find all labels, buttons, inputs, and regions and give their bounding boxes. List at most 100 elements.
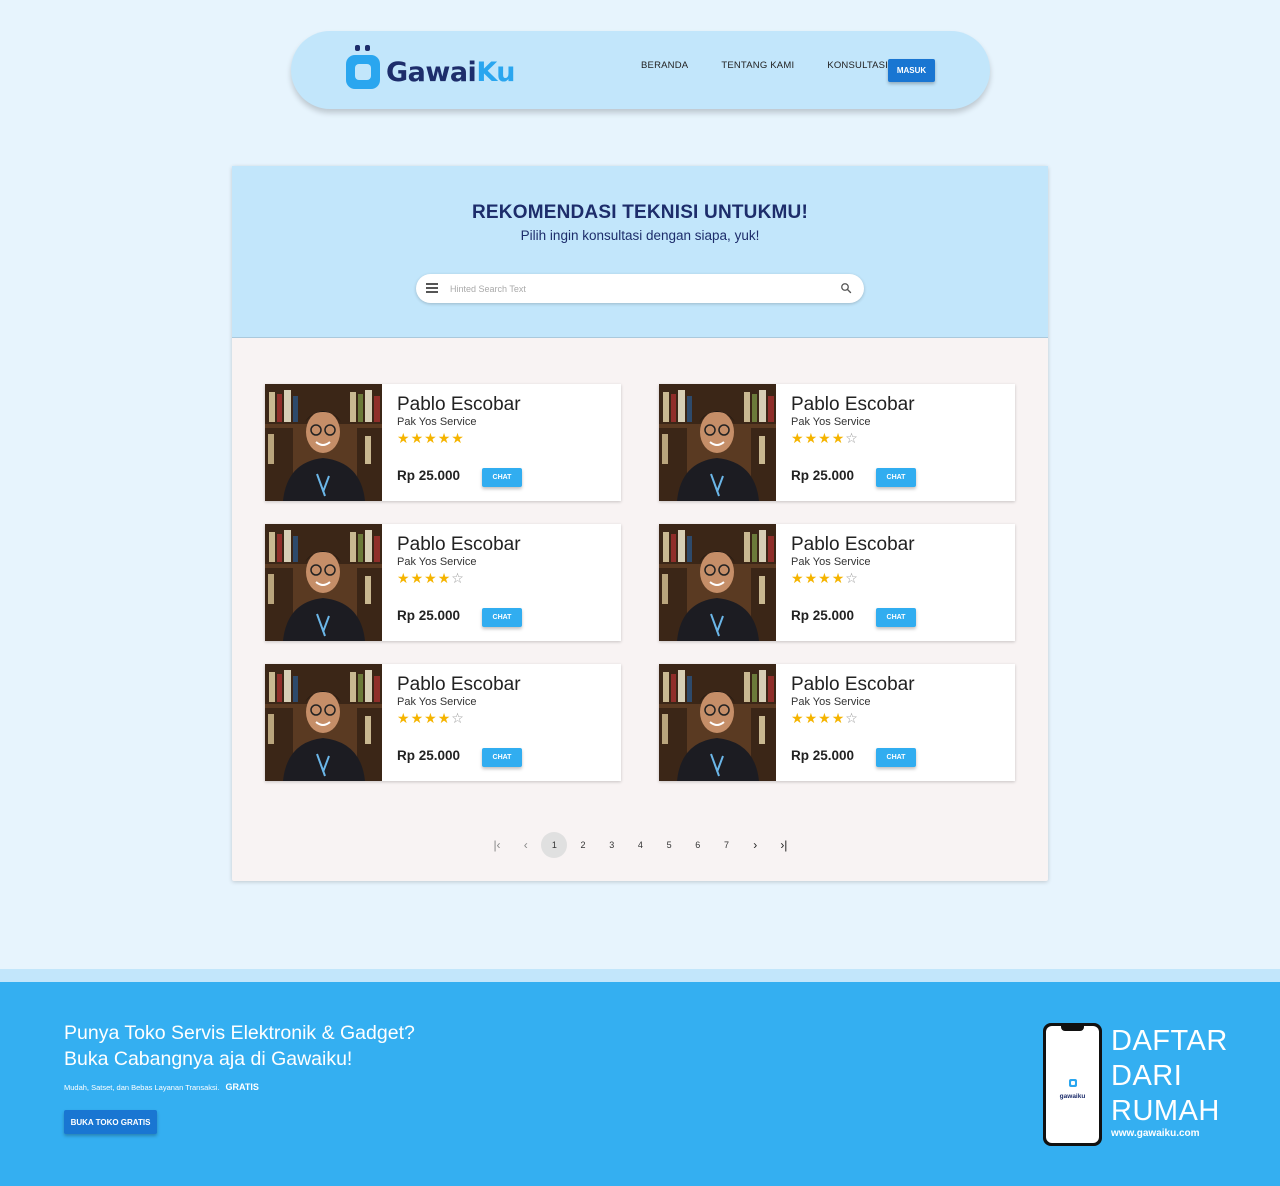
technician-name: Pablo Escobar [791,394,915,415]
technician-price: Rp 25.000 [397,608,461,623]
page-button-1[interactable]: 1 [541,832,568,858]
chat-button[interactable]: CHAT [876,608,916,627]
star-filled-icon: ★ [437,571,451,587]
star-filled-icon: ★ [451,431,464,447]
footer-divider [0,969,1280,982]
chat-button[interactable]: CHAT [482,608,522,627]
logo-icon [346,45,380,89]
star-filled-icon: ★ [831,431,845,447]
nav-link-tentang-kami[interactable]: TENTANG KAMI [721,60,794,71]
technician-card: Pablo Escobar Pak Yos Service ★ ★ ★ ★ ☆ Rp 2… [265,524,621,641]
page-button-2[interactable]: 2 [570,832,596,858]
star-filled-icon: ★ [831,571,845,587]
nav-link-konsultasi[interactable]: KONSULTASI [827,60,888,71]
chat-button[interactable]: CHAT [482,468,522,487]
star-filled-icon: ★ [804,431,818,447]
technician-panel: REKOMENDASI TEKNISI UNTUKMU! Pilih ingin… [232,166,1048,881]
technician-price: Rp 25.000 [397,468,461,483]
menu-icon[interactable] [426,283,438,293]
page-subtitle: Pilih ingin konsultasi dengan siapa, yuk… [520,228,760,243]
brand-logo[interactable]: GawaiKu [346,45,515,91]
first-page-icon[interactable]: |‹ [484,832,510,858]
star-filled-icon: ★ [424,711,437,727]
technician-photo [265,524,382,641]
phone-logo: gawaiku [1046,1074,1099,1100]
page-button-4[interactable]: 4 [627,832,653,858]
star-filled-icon: ★ [831,711,845,727]
technician-shop: Pak Yos Service [397,556,477,568]
star-empty-icon: ☆ [845,431,858,447]
star-empty-icon: ☆ [845,571,858,587]
technician-photo [659,384,776,501]
star-filled-icon: ★ [397,431,410,447]
technician-photo [659,524,776,641]
promo-line-3: RUMAH [1111,1095,1220,1127]
star-filled-icon: ★ [424,431,437,447]
star-filled-icon: ★ [791,711,804,727]
technician-photo [659,664,776,781]
star-filled-icon: ★ [791,571,804,587]
technician-card: Pablo Escobar Pak Yos Service ★ ★ ★ ★ ☆ Rp 2… [659,524,1015,641]
star-filled-icon: ★ [410,711,424,727]
page-title: REKOMENDASI TEKNISI UNTUKMU! [472,202,808,223]
page-button-6[interactable]: 6 [685,832,711,858]
page-button-5[interactable]: 5 [656,832,682,858]
chat-button[interactable]: CHAT [876,468,916,487]
star-filled-icon: ★ [791,431,804,447]
technician-shop: Pak Yos Service [397,416,477,428]
star-filled-icon: ★ [804,711,818,727]
promo-text: DAFTAR DARI RUMAH [1111,1024,1228,1129]
open-store-button[interactable]: BUKA TOKO GRATIS [64,1110,157,1134]
nav-link-beranda[interactable]: BERANDA [641,60,688,71]
search-input[interactable] [450,280,830,297]
chat-button[interactable]: CHAT [482,748,522,767]
star-filled-icon: ★ [397,571,410,587]
rating-stars: ★ ★ ★ ★ ★ [397,431,465,447]
technician-price: Rp 25.000 [397,748,461,763]
promo-line-2: DARI [1111,1060,1183,1092]
chat-button[interactable]: CHAT [876,748,916,767]
rating-stars: ★ ★ ★ ★ ☆ [397,711,465,727]
rating-stars: ★ ★ ★ ★ ☆ [397,571,465,587]
footer-heading-line2: Buka Cabangnya aja di Gawaiku! [64,1048,353,1070]
footer-tagline-bold: GRATIS [225,1082,259,1092]
rating-stars: ★ ★ ★ ★ ☆ [791,431,859,447]
star-filled-icon: ★ [437,431,451,447]
login-button[interactable]: MASUK [888,59,935,82]
star-filled-icon: ★ [437,711,451,727]
logo-icon [1068,1079,1077,1087]
last-page-icon[interactable]: ›| [771,832,797,858]
technician-shop: Pak Yos Service [791,416,871,428]
logo-text-part2: Ku [476,56,515,88]
rating-stars: ★ ★ ★ ★ ☆ [791,711,859,727]
page-button-3[interactable]: 3 [599,832,625,858]
star-empty-icon: ☆ [451,711,464,727]
footer-heading-line1: Punya Toko Servis Elektronik & Gadget? [64,1022,415,1044]
technician-name: Pablo Escobar [397,534,521,555]
technician-name: Pablo Escobar [791,674,915,695]
star-filled-icon: ★ [410,431,424,447]
technician-name: Pablo Escobar [791,534,915,555]
star-filled-icon: ★ [818,431,831,447]
technician-shop: Pak Yos Service [791,696,871,708]
star-empty-icon: ☆ [845,711,858,727]
navbar: GawaiKu BERANDA TENTANG KAMI KONSULTASI … [291,31,990,109]
panel-header: REKOMENDASI TEKNISI UNTUKMU! Pilih ingin… [232,166,1048,338]
technician-photo [265,664,382,781]
search-icon[interactable] [840,282,852,294]
chevron-right-icon[interactable]: › [742,832,768,858]
website-link[interactable]: www.gawaiku.com [1111,1128,1200,1139]
technician-shop: Pak Yos Service [397,696,477,708]
technician-name: Pablo Escobar [397,394,521,415]
logo-text: GawaiKu [386,57,515,88]
logo-text-part1: Gawai [386,56,477,88]
chevron-left-icon[interactable]: ‹ [513,832,539,858]
technician-price: Rp 25.000 [791,608,855,623]
star-filled-icon: ★ [804,571,818,587]
star-filled-icon: ★ [424,571,437,587]
page-button-7[interactable]: 7 [714,832,740,858]
phone-illustration: gawaiku [1043,1023,1102,1146]
phone-logo-text: gawaiku [1059,1093,1086,1100]
technician-price: Rp 25.000 [791,748,855,763]
star-filled-icon: ★ [397,711,410,727]
